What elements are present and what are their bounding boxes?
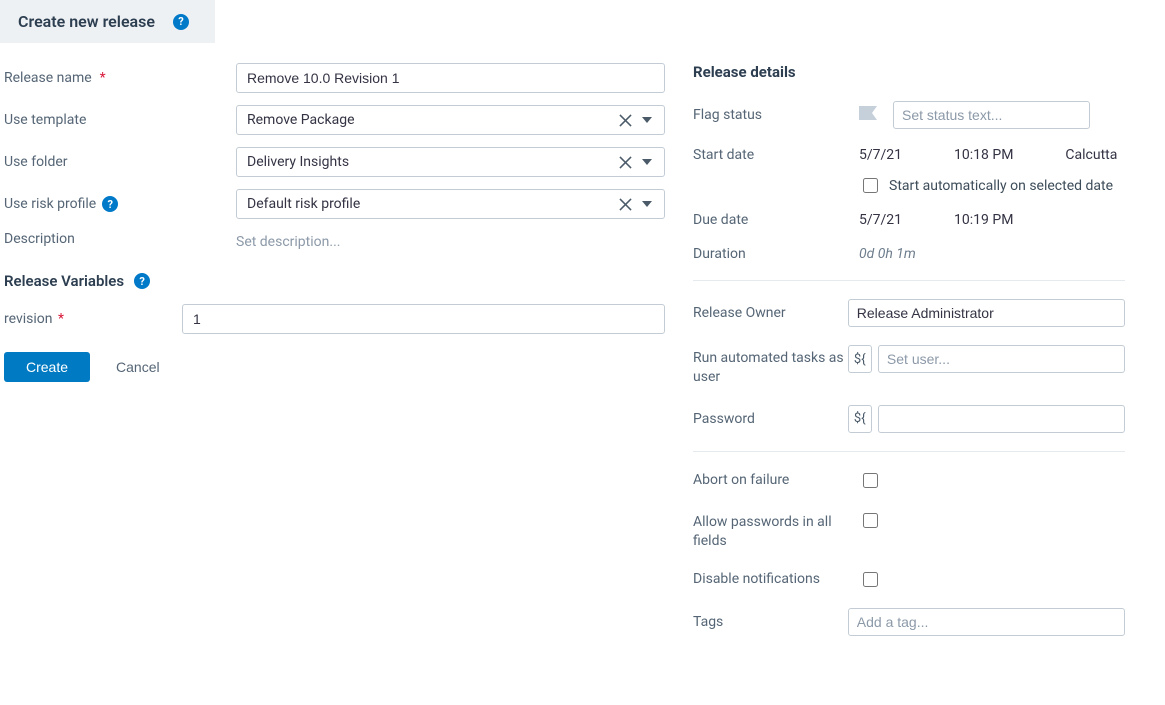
row-revision: revision * bbox=[4, 304, 665, 334]
row-due-date: Due date 5/7/21 10:19 PM bbox=[693, 212, 1125, 228]
release-details-panel: Release details Flag status Start date 5… bbox=[665, 63, 1135, 654]
run-as-user-input[interactable] bbox=[878, 345, 1125, 373]
row-abort-on-failure: Abort on failure bbox=[693, 470, 1125, 491]
variable-icon[interactable]: ${ bbox=[848, 405, 872, 433]
divider bbox=[693, 280, 1125, 281]
chevron-down-icon[interactable] bbox=[636, 109, 658, 131]
flag-status-input[interactable] bbox=[893, 101, 1090, 129]
label-risk-profile: Use risk profile ? bbox=[4, 196, 236, 212]
description-placeholder[interactable]: Set description... bbox=[236, 231, 340, 250]
password-input[interactable] bbox=[878, 405, 1125, 433]
row-password: Password ${ bbox=[693, 405, 1125, 433]
label-use-folder: Use folder bbox=[4, 154, 236, 170]
cancel-button[interactable]: Cancel bbox=[98, 359, 178, 375]
due-date-values: 5/7/21 10:19 PM bbox=[859, 212, 1013, 228]
risk-profile-combo[interactable]: Default risk profile bbox=[236, 189, 665, 219]
label-due-date: Due date bbox=[693, 212, 859, 228]
row-run-as: Run automated tasks as user ${ bbox=[693, 345, 1125, 387]
label-text: revision bbox=[4, 311, 52, 327]
form-actions: Create Cancel bbox=[4, 352, 665, 382]
clear-icon[interactable] bbox=[614, 193, 636, 215]
label-disable-notif: Disable notifications bbox=[693, 571, 859, 587]
label-description: Description bbox=[4, 231, 236, 247]
row-use-folder: Use folder Delivery Insights bbox=[4, 147, 665, 177]
row-tags: Tags bbox=[693, 608, 1125, 636]
variable-icon[interactable]: ${ bbox=[848, 345, 872, 373]
label-text: Use risk profile bbox=[4, 196, 96, 212]
use-template-combo[interactable]: Remove Package bbox=[236, 105, 665, 135]
label-revision: revision * bbox=[4, 311, 182, 327]
section-text: Release Variables bbox=[4, 272, 124, 290]
abort-on-failure-checkbox[interactable] bbox=[863, 473, 878, 488]
label-flag-status: Flag status bbox=[693, 107, 859, 123]
help-icon[interactable]: ? bbox=[102, 196, 118, 212]
row-allow-passwords: Allow passwords in all fields bbox=[693, 509, 1125, 551]
start-tz-value[interactable]: Calcutta bbox=[1065, 147, 1117, 163]
revision-input[interactable] bbox=[182, 304, 665, 334]
combo-value: Remove Package bbox=[247, 112, 614, 128]
row-description: Description Set description... bbox=[4, 231, 665, 250]
label-start-date: Start date bbox=[693, 147, 859, 163]
row-use-template: Use template Remove Package bbox=[4, 105, 665, 135]
row-flag-status: Flag status bbox=[693, 101, 1125, 129]
due-date-value[interactable]: 5/7/21 bbox=[859, 212, 902, 228]
label-run-as: Run automated tasks as user bbox=[693, 345, 848, 387]
row-start-date: Start date 5/7/21 10:18 PM Calcutta bbox=[693, 147, 1125, 163]
page-title: Create new release bbox=[18, 12, 155, 31]
help-icon[interactable]: ? bbox=[134, 273, 150, 289]
row-release-name: Release name * bbox=[4, 63, 665, 93]
use-folder-combo[interactable]: Delivery Insights bbox=[236, 147, 665, 177]
divider bbox=[693, 451, 1125, 452]
label-tags: Tags bbox=[693, 614, 848, 630]
duration-value: 0d 0h 1m bbox=[859, 246, 916, 262]
label-use-template: Use template bbox=[4, 112, 236, 128]
release-variables-title: Release Variables ? bbox=[4, 272, 665, 290]
label-abort: Abort on failure bbox=[693, 472, 859, 488]
flag-icon[interactable] bbox=[859, 106, 877, 124]
allow-passwords-checkbox[interactable] bbox=[863, 513, 878, 528]
row-auto-start: Start automatically on selected date bbox=[859, 175, 1125, 196]
form-left: Release name * Use template Remove Packag… bbox=[0, 63, 665, 654]
chevron-down-icon[interactable] bbox=[636, 151, 658, 173]
auto-start-label: Start automatically on selected date bbox=[889, 178, 1113, 194]
start-date-values: 5/7/21 10:18 PM Calcutta bbox=[859, 147, 1117, 163]
label-release-name: Release name * bbox=[4, 70, 236, 86]
release-details-title: Release details bbox=[693, 63, 1125, 81]
release-owner-input[interactable] bbox=[848, 299, 1125, 327]
start-date-value[interactable]: 5/7/21 bbox=[859, 147, 902, 163]
label-duration: Duration bbox=[693, 246, 859, 262]
label-password: Password bbox=[693, 411, 848, 427]
release-name-input[interactable] bbox=[236, 63, 665, 93]
auto-start-checkbox[interactable] bbox=[863, 178, 878, 193]
tags-input[interactable] bbox=[848, 608, 1125, 636]
label-release-owner: Release Owner bbox=[693, 305, 848, 321]
chevron-down-icon[interactable] bbox=[636, 193, 658, 215]
label-allow-pw: Allow passwords in all fields bbox=[693, 509, 859, 551]
required-marker: * bbox=[54, 311, 64, 327]
clear-icon[interactable] bbox=[614, 151, 636, 173]
row-disable-notifications: Disable notifications bbox=[693, 569, 1125, 590]
row-duration: Duration 0d 0h 1m bbox=[693, 246, 1125, 262]
clear-icon[interactable] bbox=[614, 109, 636, 131]
create-button[interactable]: Create bbox=[4, 352, 90, 382]
row-risk-profile: Use risk profile ? Default risk profile bbox=[4, 189, 665, 219]
main-content: Release name * Use template Remove Packag… bbox=[0, 43, 1165, 654]
help-icon[interactable]: ? bbox=[173, 14, 189, 30]
due-time-value[interactable]: 10:19 PM bbox=[954, 212, 1013, 228]
label-text: Release name bbox=[4, 70, 92, 86]
row-release-owner: Release Owner bbox=[693, 299, 1125, 327]
page-header: Create new release ? bbox=[0, 0, 215, 43]
required-marker: * bbox=[100, 70, 106, 86]
combo-value: Default risk profile bbox=[247, 196, 614, 212]
start-time-value[interactable]: 10:18 PM bbox=[954, 147, 1013, 163]
combo-value: Delivery Insights bbox=[247, 154, 614, 170]
disable-notifications-checkbox[interactable] bbox=[863, 572, 878, 587]
